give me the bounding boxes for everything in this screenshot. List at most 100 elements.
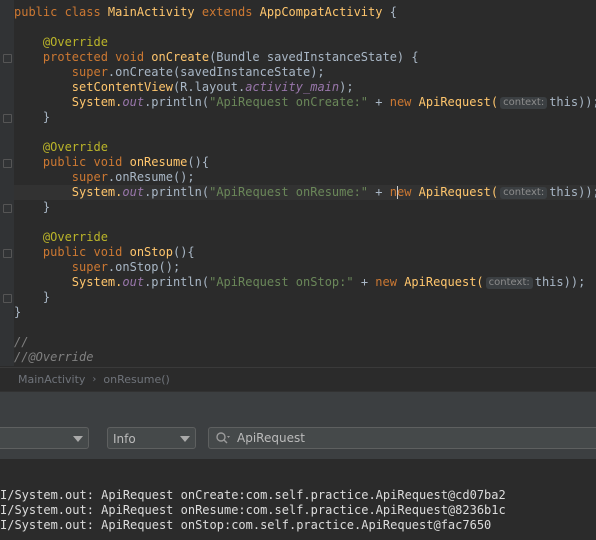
code-token: .println( [144,185,210,199]
code-line: } [14,200,50,215]
fold-marker-icon[interactable] [3,54,12,63]
code-line: public class MainActivity extends AppCom… [14,5,397,20]
code-token: MainActivity [107,5,195,19]
code-token: "ApiRequest onResume:" [209,185,369,199]
code-token: ew [396,185,419,199]
code-token: "ApiRequest onCreate:" [209,95,369,109]
code-token: ApiRequest( [418,95,499,109]
breadcrumb-item-class[interactable]: MainActivity [18,373,85,386]
breadcrumb: MainActivity › onResume() [0,367,596,391]
code-token: onCreate [151,50,210,64]
code-token: ApiRequest( [404,275,484,289]
fold-marker-icon[interactable] [3,249,12,258]
code-token: n [389,185,397,199]
fold-marker-icon[interactable] [3,114,12,123]
process-select[interactable] [0,427,89,449]
code-token: super [71,65,108,79]
code-editor[interactable]: public class MainActivity extends AppCom… [0,0,596,366]
code-token: this)); [549,95,596,109]
code-line: } [14,290,51,304]
code-token: @Override [42,230,108,244]
code-token: public void [42,245,130,259]
code-token: } [42,200,51,214]
fold-marker-icon[interactable] [3,294,12,303]
code-token: "ApiRequest onStop:" [209,275,354,289]
code-line: @Override [14,35,108,50]
log-line: I/System.out: ApiRequest onCreate:com.se… [0,488,506,502]
code-token: + [368,95,390,109]
code-token: System. [71,275,123,289]
parameter-hint: context: [500,96,548,109]
code-line: //@Override [14,350,93,365]
code-line: protected void onCreate(Bundle savedInst… [14,50,419,65]
chevron-down-icon [180,436,190,442]
code-line: @Override [14,140,108,155]
code-token: //@Override [14,350,94,364]
log-level-select[interactable]: Info [107,427,196,449]
logcat-search-box[interactable] [208,427,596,449]
code-line: @Override [14,230,108,245]
code-token: .onResume(); [107,170,195,184]
breadcrumb-separator: › [92,374,97,385]
ide-window: public class MainActivity extends AppCom… [0,0,596,540]
code-token: new [375,275,405,289]
code-token: super [71,170,108,184]
code-token: new [389,95,419,109]
code-token: + [353,275,376,289]
code-token: System. [71,185,123,199]
code-token: setContentView [71,80,173,94]
breadcrumb-item-method[interactable]: onResume() [103,373,169,386]
code-token: { [382,5,397,19]
code-token: onStop [129,245,173,259]
code-token: // [14,335,29,349]
code-token: public class [14,5,108,19]
code-token: .println( [144,275,210,289]
code-token: + [368,185,390,199]
parameter-hint: context: [500,186,548,199]
code-line: } [14,305,22,319]
code-token: (R.layout. [172,80,246,94]
code-token: super [71,260,108,274]
code-token: } [42,110,51,124]
code-token: @Override [42,35,108,49]
logcat-output[interactable]: I/System.out: ApiRequest onCreate:com.se… [0,459,596,540]
code-line: setContentView(R.layout.activity_main); [14,80,354,95]
code-token: ApiRequest( [418,185,499,199]
code-token: (){ [172,245,195,259]
code-token: (Bundle savedInstanceState) { [209,50,419,64]
code-token: @Override [42,140,108,154]
code-token: extends [194,5,260,19]
code-line: super.onStop(); [14,260,180,275]
code-token: out [122,275,145,289]
code-line: super.onCreate(savedInstanceState); [14,65,325,80]
code-token: out [122,185,145,199]
parameter-hint: context: [485,276,533,289]
logcat-header [0,391,596,421]
log-line: I/System.out: ApiRequest onResume:com.se… [0,503,506,517]
chevron-down-icon [73,436,83,442]
code-token: out [122,95,145,109]
code-line: super.onResume(); [14,170,195,185]
current-code-line: System.out.println("ApiRequest onResume:… [14,185,596,200]
fold-marker-icon[interactable] [3,204,12,213]
code-token: activity_main [245,80,340,94]
code-token: ); [339,80,354,94]
code-token: .onCreate(savedInstanceState); [107,65,325,79]
code-token: this)); [549,185,596,199]
code-token: public void [42,155,130,169]
code-token: AppCompatActivity [259,5,383,19]
code-token: onResume [129,155,188,169]
code-token: .onStop(); [107,260,181,274]
search-input[interactable] [237,429,587,447]
log-line: I/System.out: ApiRequest onStop:com.self… [0,518,492,532]
fold-marker-icon[interactable] [3,159,12,168]
code-line: // [14,335,28,350]
code-token: System. [71,95,123,109]
code-line: public void onStop(){ [14,245,195,260]
log-level-value: Info [113,432,136,446]
code-line: } [14,110,50,125]
code-line: System.out.println("ApiRequest onCreate:… [14,95,596,110]
search-icon [216,432,230,444]
code-token: .println( [144,95,210,109]
code-line: System.out.println("ApiRequest onStop:" … [14,275,586,290]
